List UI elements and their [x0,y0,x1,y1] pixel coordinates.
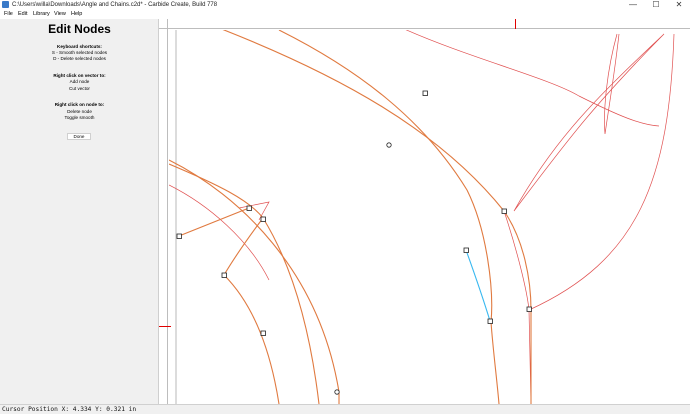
node-smooth [334,389,340,395]
node-actions-heading: Right click on node to: [54,102,105,107]
menu-help[interactable]: Help [71,10,82,19]
vector-inner-arc-a [278,30,500,404]
vector-big-arc-outer [222,30,532,311]
shortcut-delete: D - Delete selected nodes [53,56,106,61]
menu-edit[interactable]: Edit [18,10,27,19]
node-square [260,216,266,222]
node-square [176,233,182,239]
vertical-ruler[interactable] [159,29,168,404]
node-smooth [386,142,392,148]
menu-file[interactable]: File [4,10,13,19]
vector-cross-segment [223,217,264,276]
vector-petal [513,33,665,212]
node-square [487,318,493,324]
app-icon [2,1,9,8]
done-button[interactable]: Done [67,133,91,140]
node-square [246,205,252,211]
vector-action-cut-vector: Cut vector [69,86,90,91]
status-bar: Cursor Position X: 4.334 Y: 0.321 in [0,404,690,414]
maximize-button[interactable]: ☐ [645,0,667,10]
node-square [422,90,428,96]
node-square [526,306,532,312]
cursor-position-readout: Cursor Position X: 4.334 Y: 0.321 in [2,406,137,413]
nodes[interactable] [176,90,532,395]
cursor-x-marker [515,19,516,29]
ruler-corner [159,19,168,29]
title-bar: C:\Users\willa\Downloads\Angle and Chain… [0,0,690,10]
vector-action-add-node: Add node [69,79,90,84]
vector-left-arc-2 [223,274,280,404]
panel-title: Edit Nodes [48,22,111,36]
horizontal-ruler[interactable] [159,19,690,29]
vector-left-arc-inner [169,184,270,281]
menu-view[interactable]: View [54,10,66,19]
edit-nodes-panel: Edit Nodes Keyboard shortcuts: S - Smoot… [0,19,159,404]
design-canvas[interactable] [159,19,690,404]
node-action-toggle-smooth: Toggle smooth [64,115,95,120]
window-title: C:\Users\willa\Downloads\Angle and Chain… [12,2,218,8]
vector-right-long-curve [528,33,675,311]
vector-left-arc-3 [262,217,320,404]
node-square [221,272,227,278]
node-square [501,208,507,214]
minimize-button[interactable]: — [622,0,644,10]
node-square [463,247,469,253]
selected-segment[interactable] [465,249,491,322]
orange-vectors[interactable] [169,30,532,404]
node-square [260,330,266,336]
menu-library[interactable]: Library [33,10,50,19]
red-vectors[interactable] [169,30,675,404]
vector-top-right-curve [405,30,660,127]
close-button[interactable]: ✕ [668,0,690,10]
vector-diag-segment [178,207,250,237]
menu-bar: File Edit Library View Help [0,10,690,19]
vector-drawing[interactable] [169,30,690,404]
